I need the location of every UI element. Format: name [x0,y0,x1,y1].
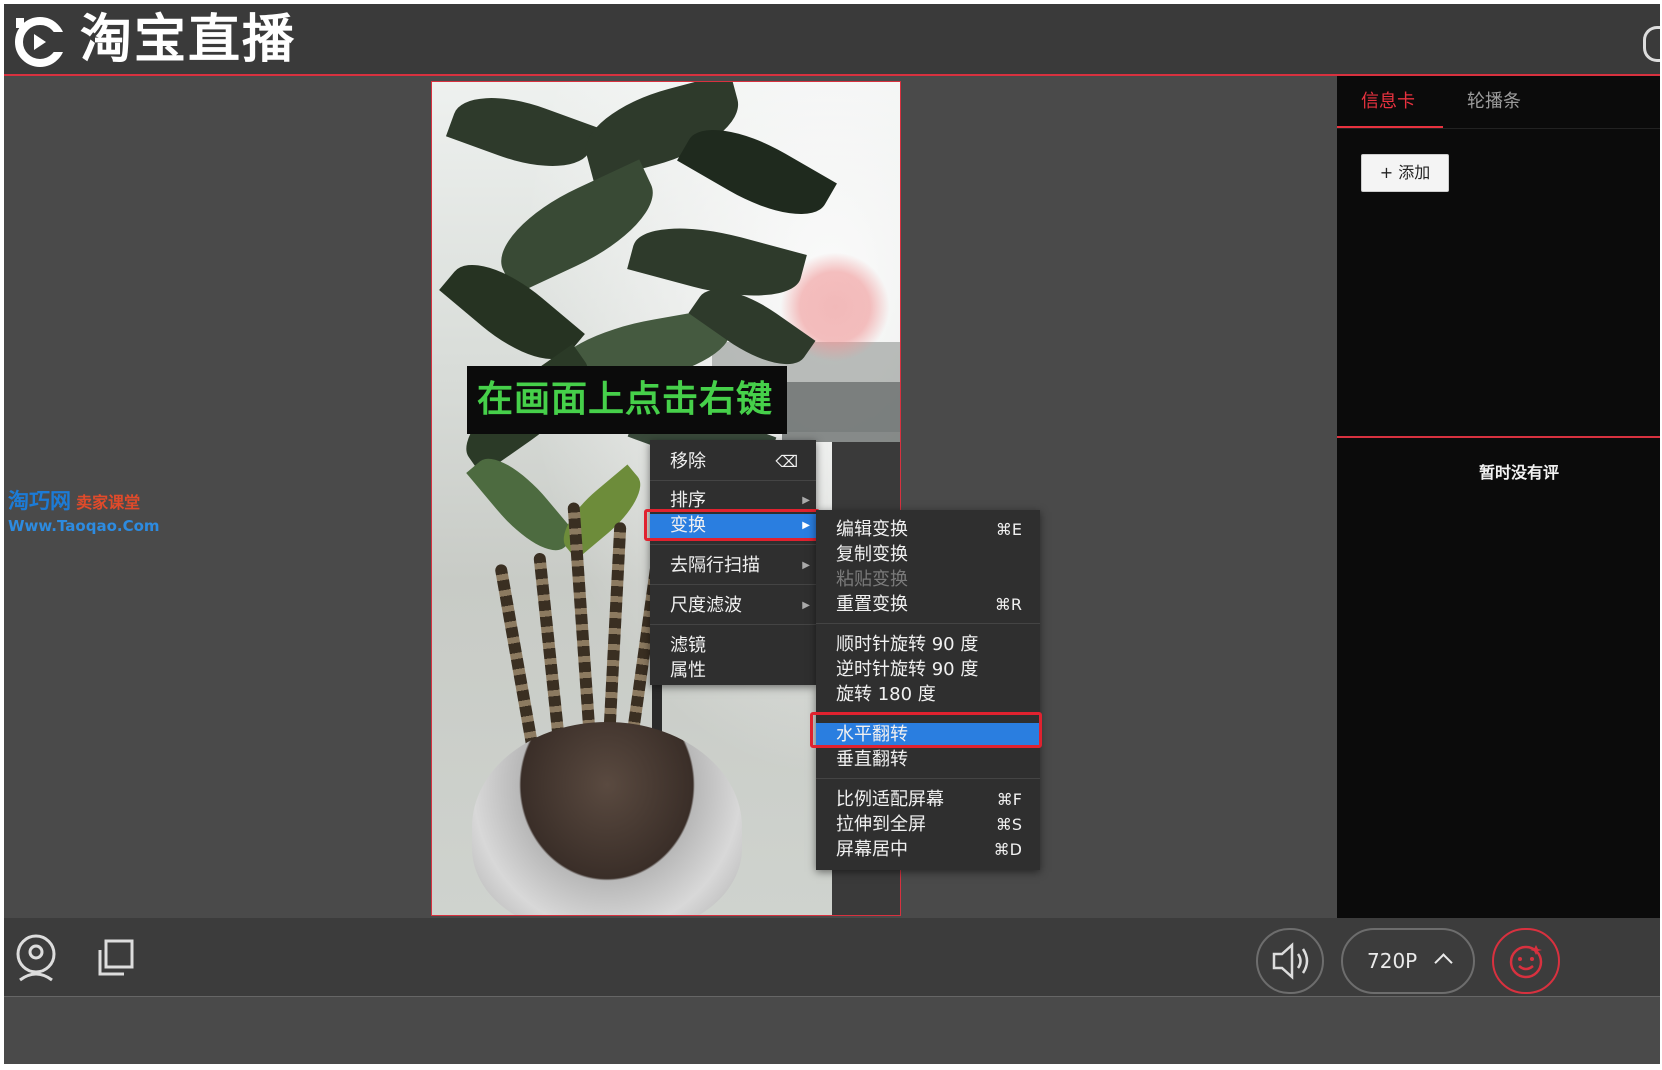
menu-item-label: 垂直翻转 [836,749,908,770]
watermark-url: Www.Taoqao.Com [8,517,160,535]
watermark-brand: 淘巧网 [8,489,71,513]
menu-item-rotate-180[interactable]: 旋转 180 度 [816,683,1040,707]
highlight-box-transform [644,509,820,541]
beauty-button[interactable] [1492,928,1560,994]
menu-item-label: 比例适配屏幕 [836,789,944,810]
menu-item-shortcut: ⌘F [996,790,1022,809]
menu-item-shortcut: ⌘D [993,840,1022,859]
menu-item-label: 滤镜 [670,635,706,656]
menu-item-edit-transform[interactable]: 编辑变换 ⌘E [816,518,1040,542]
submenu-arrow-icon: ▶ [802,600,810,611]
menu-item-filters[interactable]: 滤镜 [650,634,816,658]
menu-item-label: 屏幕居中 [836,839,908,860]
submenu-arrow-icon: ▶ [802,560,810,571]
panel-tabs: 信息卡 轮播条 [1337,76,1660,129]
add-button[interactable]: + 添加 [1361,154,1449,192]
menu-separator [650,584,816,585]
context-menu: 移除 ⌫ 排序 ▶ 变换 ▶ 去隔行扫描 ▶ 尺度滤波 ▶ 滤镜 属性 [650,440,816,685]
menu-separator [816,778,1040,779]
app-logo: 淘宝直播 [12,12,296,68]
resolution-value: 720P [1367,949,1418,973]
beauty-face-icon [1509,945,1543,979]
app-window: 淘宝直播 在画面上点击右键 移除 ⌫ 排序 ▶ 变换 ▶ 去隔行扫描 ▶ 尺度滤… [4,4,1660,1064]
menu-item-label: 编辑变换 [836,519,908,540]
instruction-banner: 在画面上点击右键 [467,366,787,434]
menu-item-label: 拉伸到全屏 [836,814,926,835]
menu-item-properties[interactable]: 属性 [650,659,816,683]
menu-item-rotate-cw[interactable]: 顺时针旋转 90 度 [816,633,1040,657]
menu-item-label: 粘贴变换 [836,569,908,590]
menu-item-label: 重置变换 [836,594,908,615]
menu-item-label: 属性 [670,660,706,681]
menu-separator [650,544,816,545]
menu-item-label: 顺时针旋转 90 度 [836,634,979,655]
camera-icon[interactable] [14,932,58,984]
panel-divider [1337,436,1660,438]
menu-item-shortcut: ⌘S [995,815,1022,834]
active-tab-underline [1337,126,1443,128]
top-bar: 淘宝直播 [4,4,1660,76]
partial-icon[interactable] [1643,26,1660,62]
window-capture-icon[interactable] [96,938,136,978]
menu-item-label: 复制变换 [836,544,908,565]
menu-item-stretch-full[interactable]: 拉伸到全屏 ⌘S [816,813,1040,837]
menu-item-reset-transform[interactable]: 重置变换 ⌘R [816,593,1040,617]
menu-item-label: 移除 [670,451,706,472]
menu-item-center-screen[interactable]: 屏幕居中 ⌘D [816,838,1040,862]
highlight-box-flip [810,712,1042,748]
volume-button[interactable] [1256,928,1324,994]
watermark-tag: 卖家课堂 [76,493,141,512]
volume-icon [1272,942,1309,980]
menu-item-shortcut: ⌘E [995,520,1022,539]
menu-item-copy-transform[interactable]: 复制变换 [816,543,1040,567]
menu-separator [650,624,816,625]
menu-item-label: 尺度滤波 [670,595,742,616]
bottom-toolbar: 720P [4,918,1660,997]
menu-item-flip-vertical[interactable]: 垂直翻转 [816,748,1040,772]
menu-item-fit-screen[interactable]: 比例适配屏幕 ⌘F [816,788,1040,812]
menu-item-paste-transform: 粘贴变换 [816,568,1040,592]
menu-item-rotate-ccw[interactable]: 逆时针旋转 90 度 [816,658,1040,682]
menu-item-scale-filter[interactable]: 尺度滤波 ▶ [650,594,816,618]
transform-submenu: 编辑变换 ⌘E 复制变换 粘贴变换 重置变换 ⌘R 顺时针旋转 90 度 逆时针… [816,510,1040,870]
menu-item-label: 逆时针旋转 90 度 [836,659,979,680]
delete-key-icon: ⌫ [775,452,798,471]
plant-pot [472,722,742,915]
background-building [782,382,900,442]
taobao-live-logo-icon [15,17,66,67]
menu-item-label: 去隔行扫描 [670,555,760,576]
app-title: 淘宝直播 [80,10,297,70]
menu-item-label: 旋转 180 度 [836,684,936,705]
menu-separator [816,623,1040,624]
tab-info-card[interactable]: 信息卡 [1361,76,1415,128]
tab-carousel[interactable]: 轮播条 [1467,76,1521,128]
menu-item-deinterlace[interactable]: 去隔行扫描 ▶ [650,554,816,578]
menu-item-remove[interactable]: 移除 ⌫ [650,450,816,474]
menu-separator [650,480,816,481]
empty-comments-text: 暂时没有评 [1479,463,1560,482]
right-panel: 信息卡 轮播条 + 添加 暂时没有评 [1337,76,1660,918]
chevron-up-icon [1434,953,1453,972]
watermark: 淘巧网 卖家课堂 Www.Taoqao.Com [8,485,160,535]
instruction-text: 在画面上点击右键 [477,379,774,420]
resolution-selector[interactable]: 720P [1341,928,1475,994]
menu-item-shortcut: ⌘R [994,595,1022,614]
